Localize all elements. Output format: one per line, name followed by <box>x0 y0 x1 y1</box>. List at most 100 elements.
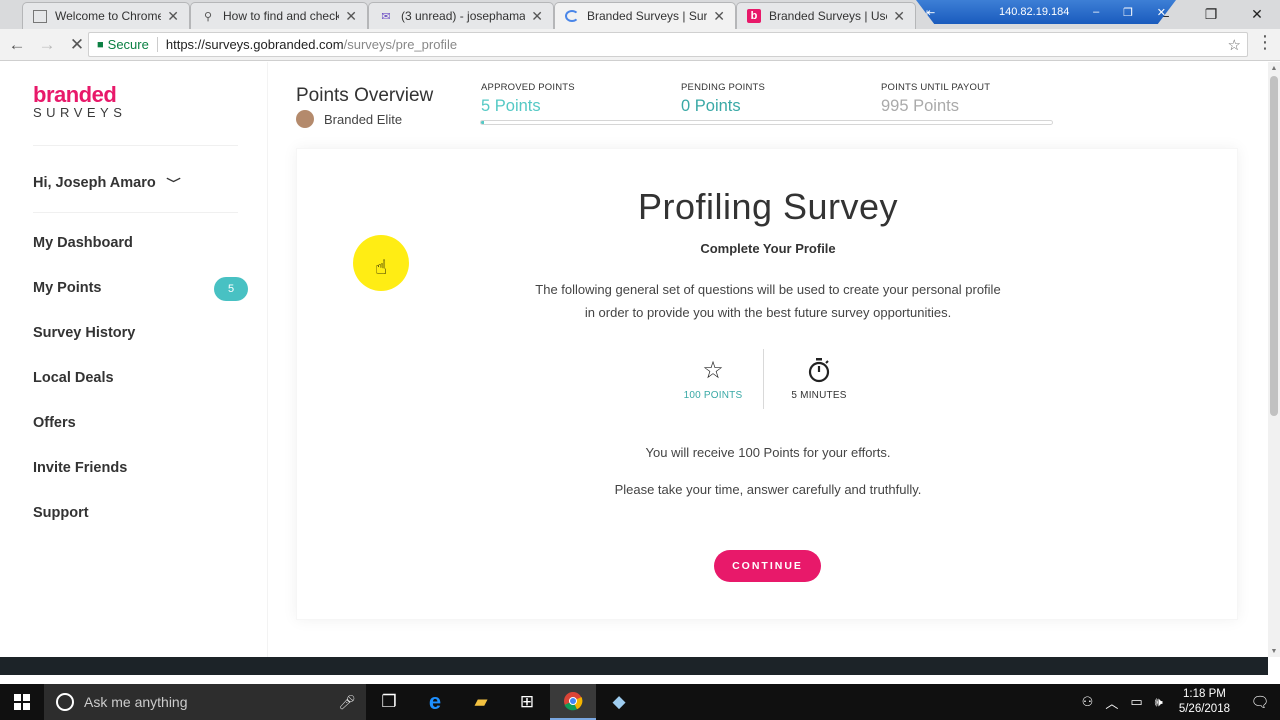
continue-button[interactable]: CONTINUE <box>714 550 821 582</box>
chevron-up-icon[interactable]: ︿ <box>1105 693 1118 712</box>
sidebar-item-local-deals[interactable]: Local Deals <box>33 370 114 386</box>
sidebar-item-my-points[interactable]: My Points <box>33 280 101 296</box>
windows-start-button[interactable] <box>0 684 44 720</box>
close-icon[interactable]: ✕ <box>531 8 543 25</box>
close-icon[interactable]: ✕ <box>167 8 179 25</box>
level-badge-icon <box>296 110 314 128</box>
sidebar: branded SURVEYS Hi, Joseph Amaro ﹀ My Da… <box>0 62 268 657</box>
file-explorer-icon[interactable]: ▰ <box>458 684 504 720</box>
store-icon[interactable]: ⊞ <box>504 684 550 720</box>
chrome-taskbar-icon[interactable] <box>550 684 596 720</box>
task-view-icon[interactable]: ❐ <box>366 684 412 720</box>
restore-icon[interactable]: ❐ <box>1123 6 1133 19</box>
search-placeholder: Ask me anything <box>84 694 188 710</box>
progress-fill <box>481 121 484 124</box>
chevron-down-icon: ﹀ <box>166 178 181 190</box>
mail-icon: ✉ <box>381 10 391 23</box>
instruction-note: Please take your time, answer carefully … <box>614 482 922 497</box>
windows-taskbar: Ask me anything 🎤︎ ❐ e ▰ ⊞ ◆ ⚇ ︿ ▭ 🕪︎ 1:… <box>0 684 1280 720</box>
loading-spinner-icon <box>565 10 579 22</box>
page-content: branded SURVEYS Hi, Joseph Amaro ﹀ My Da… <box>0 62 1268 657</box>
logo-top: branded <box>33 82 117 107</box>
address-bar[interactable]: ■ Secure https://surveys.gobranded.com/s… <box>88 32 1248 57</box>
sidebar-item-offers[interactable]: Offers <box>33 415 76 431</box>
user-menu[interactable]: Hi, Joseph Amaro ﹀ <box>33 175 181 191</box>
remote-ip: 140.82.19.184 <box>999 6 1070 18</box>
branded-b-icon: b <box>747 9 761 23</box>
hand-cursor-icon: ☝ <box>375 257 388 279</box>
browser-tab-strip: Welcome to Chrome ✕ ⚲ How to find and ch… <box>0 0 1280 29</box>
close-icon[interactable]: ✕ <box>1234 0 1280 29</box>
approved-points-stat: APPROVED POINTS 5 Points <box>481 82 575 116</box>
survey-time-meta: 5 MINUTES <box>759 355 879 401</box>
volume-icon[interactable]: 🕪︎ <box>1155 694 1163 710</box>
clock-date: 5/26/2018 <box>1178 703 1230 715</box>
app-icon[interactable]: ◆ <box>596 684 642 720</box>
document-icon <box>33 9 47 23</box>
survey-title: Profiling Survey <box>637 186 899 227</box>
menu-dots-icon[interactable]: ⋮ <box>1254 32 1276 53</box>
cortana-icon <box>56 693 74 711</box>
minimize-icon[interactable]: – <box>1093 6 1099 18</box>
scroll-up-icon[interactable]: ▲ <box>1268 62 1280 74</box>
greeting-text: Hi, Joseph Amaro <box>33 175 156 191</box>
bookmark-star-icon[interactable]: ☆ <box>1228 36 1241 54</box>
remote-desktop-bar[interactable]: ⇤ 140.82.19.184 – ❐ ✕ <box>916 0 1176 24</box>
system-clock[interactable]: 1:18 PM 5/26/2018 <box>1179 687 1230 717</box>
tab-branded-users[interactable]: b Branded Surveys | Users ✕ <box>736 2 916 29</box>
people-icon[interactable]: ⚇ <box>1082 694 1094 710</box>
url-host: https://surveys.gobranded.com <box>165 37 344 52</box>
divider <box>33 145 238 146</box>
points-badge: 5 <box>214 277 248 301</box>
scroll-down-icon[interactable]: ▼ <box>1268 645 1280 657</box>
sidebar-item-survey-history[interactable]: Survey History <box>33 325 135 341</box>
tab-title: Branded Surveys | Users <box>769 9 887 23</box>
description-line: in order to provide you with the best fu… <box>584 305 952 320</box>
survey-card: Profiling Survey Complete Your Profile T… <box>296 148 1238 620</box>
pin-icon[interactable]: ⇤ <box>926 6 935 19</box>
points-overview-title: Points Overview <box>296 85 434 106</box>
lock-icon: ■ <box>97 38 104 51</box>
tab-branded-survey[interactable]: Branded Surveys | Survey ✕ <box>554 2 736 29</box>
browser-toolbar: ← → ✕ ■ Secure https://surveys.gobranded… <box>0 29 1280 61</box>
network-icon[interactable]: ▭ <box>1130 694 1142 710</box>
page-scrollbar[interactable]: ▲ ▼ <box>1268 62 1280 657</box>
sidebar-item-my-dashboard[interactable]: My Dashboard <box>33 235 133 251</box>
tab-title: Branded Surveys | Survey <box>587 9 708 23</box>
tab-title: How to find and check m <box>223 9 340 23</box>
forward-icon[interactable]: → <box>34 32 60 58</box>
clock-time: 1:18 PM <box>1183 688 1226 700</box>
close-icon[interactable]: ✕ <box>893 8 905 25</box>
page-footer-strip <box>0 657 1268 675</box>
points-until-payout-value: 995 Points <box>881 97 959 115</box>
divider <box>33 212 238 213</box>
microphone-icon[interactable]: 🎤︎ <box>338 694 356 711</box>
notification-icon[interactable]: 🗨︎ <box>1240 693 1280 711</box>
stopwatch-icon <box>759 355 879 385</box>
back-icon[interactable]: ← <box>4 32 30 58</box>
windows-logo-icon <box>14 694 30 710</box>
survey-subtitle: Complete Your Profile <box>700 241 836 256</box>
approved-points-value: 5 Points <box>481 97 541 115</box>
restore-icon[interactable]: ❐ <box>1188 0 1234 29</box>
search-icon: ⚲ <box>203 10 213 23</box>
tab-how-to-find[interactable]: ⚲ How to find and check m ✕ <box>190 2 368 29</box>
cortana-search-box[interactable]: Ask me anything 🎤︎ <box>44 684 366 720</box>
scrollbar-thumb[interactable] <box>1270 76 1278 416</box>
member-level: Branded Elite <box>296 110 402 128</box>
stop-icon[interactable]: ✕ <box>64 32 90 58</box>
star-icon: ☆ <box>702 356 724 384</box>
sidebar-item-support[interactable]: Support <box>33 505 89 521</box>
reward-note: You will receive 100 Points for your eff… <box>645 445 891 460</box>
close-icon[interactable]: ✕ <box>345 8 357 25</box>
tab-welcome[interactable]: Welcome to Chrome ✕ <box>22 2 190 29</box>
logo-bottom: SURVEYS <box>33 105 127 120</box>
pending-points-stat: PENDING POINTS 0 Points <box>681 82 765 116</box>
survey-points-text: 100 POINTS <box>683 390 743 401</box>
points-until-payout-stat: POINTS UNTIL PAYOUT 995 Points <box>881 82 990 116</box>
edge-browser-icon[interactable]: e <box>412 684 458 720</box>
close-icon[interactable]: ✕ <box>713 8 725 25</box>
sidebar-item-invite-friends[interactable]: Invite Friends <box>33 460 127 476</box>
tab-mail[interactable]: ✉ (3 unread) - josephamarc ✕ <box>368 2 554 29</box>
branded-surveys-logo[interactable]: branded SURVEYS <box>33 84 126 120</box>
